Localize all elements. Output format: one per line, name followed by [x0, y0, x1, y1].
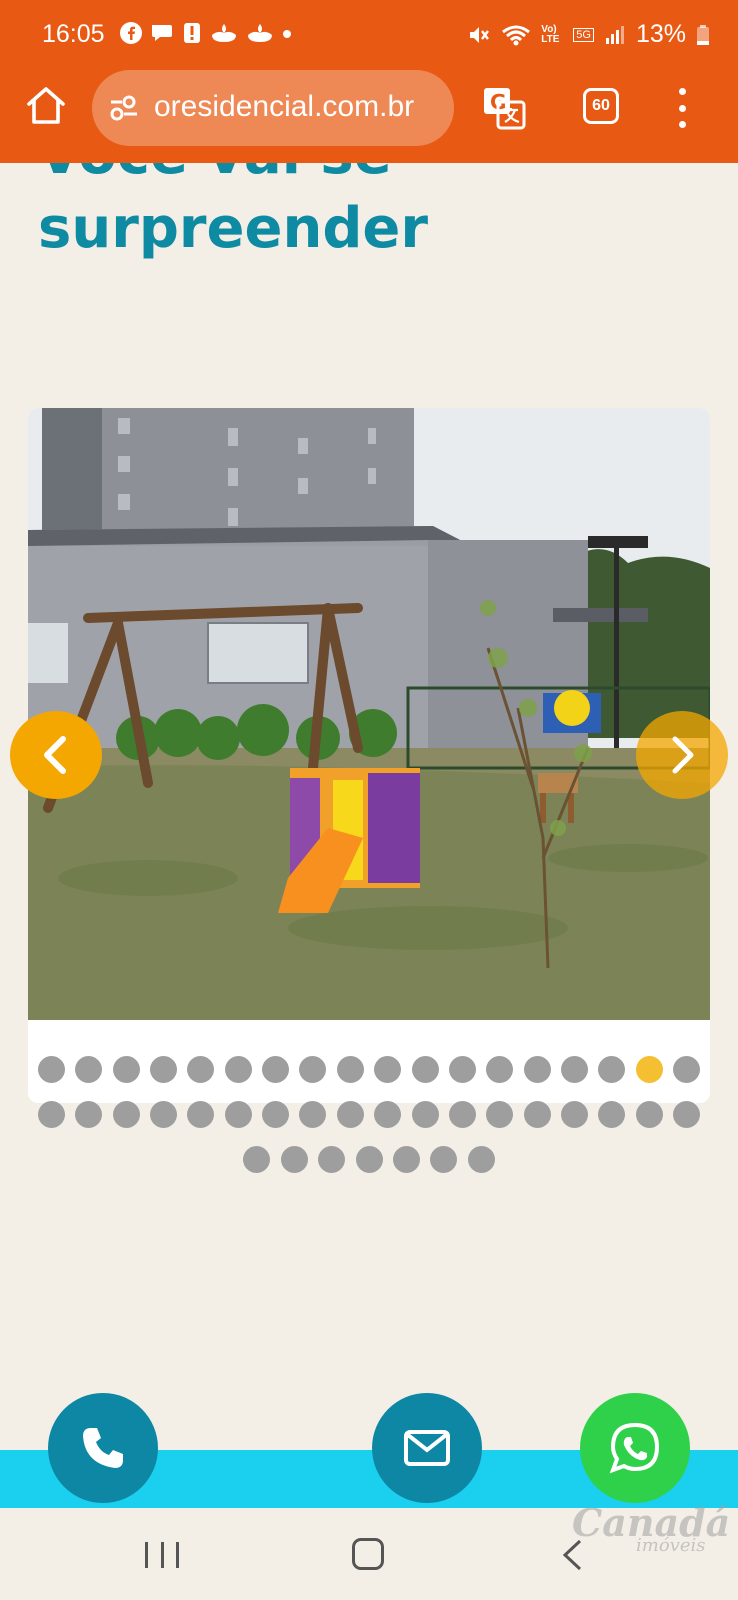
carousel-dot[interactable] [318, 1146, 346, 1173]
carousel-dot[interactable] [37, 1101, 65, 1128]
home-icon [27, 87, 65, 124]
mail-icon [404, 1430, 450, 1466]
santander-icon [248, 24, 272, 42]
carousel-dot[interactable] [448, 1056, 476, 1083]
carousel-dot[interactable] [635, 1101, 663, 1128]
facebook-icon [120, 22, 142, 44]
signal-icon [605, 25, 624, 44]
browser-menu-button[interactable] [676, 88, 688, 128]
watermark-logo: Canadá imóveis [572, 1500, 730, 1556]
carousel-dot[interactable] [392, 1146, 420, 1173]
carousel-dot[interactable] [355, 1146, 383, 1173]
carousel-dot[interactable] [673, 1056, 701, 1083]
address-bar-row: oresidencial.com.br G 60 [0, 70, 738, 150]
carousel-dot[interactable] [187, 1101, 215, 1128]
browser-chrome: 16:05 Vo) LTE 5G 13% oresidencial.com.br [0, 0, 738, 163]
recents-line [145, 1542, 148, 1568]
network-indicator: 5G [573, 27, 594, 42]
battery-percent: 13% [635, 20, 686, 48]
carousel-dot[interactable] [598, 1101, 626, 1128]
carousel-dot[interactable] [523, 1101, 551, 1128]
mute-icon [470, 26, 490, 43]
carousel-dot[interactable] [243, 1146, 271, 1173]
carousel-next-button[interactable] [636, 711, 728, 799]
whatsapp-icon [609, 1422, 660, 1474]
whatsapp-button[interactable] [580, 1393, 690, 1503]
carousel-dot[interactable] [523, 1056, 551, 1083]
carousel-dot[interactable] [561, 1101, 589, 1128]
system-status-icons: Vo) LTE 5G 13% [467, 20, 710, 49]
carousel-dot[interactable] [448, 1101, 476, 1128]
carousel-dot-active[interactable] [635, 1056, 663, 1083]
alert-icon [184, 23, 200, 43]
carousel-dot[interactable] [299, 1101, 327, 1128]
email-button[interactable] [372, 1393, 482, 1503]
translate-button[interactable]: G [482, 86, 526, 130]
carousel-dot[interactable] [561, 1056, 589, 1083]
carousel-dot[interactable] [224, 1056, 252, 1083]
chevron-right-icon [672, 736, 694, 774]
heading-line-2: surpreender [38, 196, 429, 261]
carousel-dot[interactable] [75, 1056, 103, 1083]
carousel-dot[interactable] [467, 1146, 495, 1173]
carousel-dot[interactable] [374, 1101, 402, 1128]
url-text: oresidencial.com.br [154, 90, 415, 123]
carousel-dot[interactable] [280, 1146, 308, 1173]
santander-icon [212, 24, 236, 42]
chat-icon [152, 25, 172, 41]
carousel-dot[interactable] [374, 1056, 402, 1083]
carousel-dot[interactable] [486, 1056, 514, 1083]
menu-dot [678, 88, 686, 95]
menu-dot [678, 104, 686, 112]
carousel-prev-button[interactable] [10, 711, 102, 799]
carousel-pagination-row-3 [0, 1146, 738, 1173]
home-nav-button[interactable] [352, 1538, 384, 1570]
battery-icon [697, 24, 709, 45]
more-notifications-dot-icon [283, 30, 291, 38]
carousel-pagination-row-1 [0, 1056, 738, 1083]
carousel-dot[interactable] [262, 1101, 290, 1128]
carousel-dot[interactable] [673, 1101, 701, 1128]
carousel-dot[interactable] [299, 1056, 327, 1083]
carousel-dot[interactable] [112, 1101, 140, 1128]
carousel-dot[interactable] [430, 1146, 458, 1173]
translate-icon: G [484, 88, 526, 130]
phone-icon [83, 1428, 123, 1468]
carousel-dot[interactable] [262, 1056, 290, 1083]
url-field[interactable]: oresidencial.com.br [92, 70, 454, 146]
carousel-dot[interactable] [149, 1056, 177, 1083]
volte-indicator: Vo) LTE [541, 23, 560, 45]
carousel-dot[interactable] [75, 1101, 103, 1128]
call-button[interactable] [48, 1393, 158, 1503]
photo-carousel[interactable] [28, 408, 710, 1103]
carousel-dot[interactable] [187, 1056, 215, 1083]
carousel-pagination-row-2 [0, 1101, 738, 1128]
wifi-icon [502, 25, 531, 45]
home-button[interactable] [24, 84, 68, 128]
recents-line [176, 1542, 179, 1568]
carousel-dot[interactable] [149, 1101, 177, 1128]
site-settings-icon [110, 95, 137, 121]
chevron-left-icon [44, 736, 66, 774]
carousel-dot[interactable] [411, 1056, 439, 1083]
carousel-dot[interactable] [486, 1101, 514, 1128]
carousel-slide-image [28, 408, 710, 1020]
carousel-dot[interactable] [37, 1056, 65, 1083]
carousel-dot[interactable] [336, 1056, 364, 1083]
recents-line [160, 1542, 164, 1568]
carousel-dot[interactable] [224, 1101, 252, 1128]
carousel-dot[interactable] [598, 1056, 626, 1083]
tab-switcher-button[interactable]: 60 [583, 88, 619, 124]
carousel-dot[interactable] [411, 1101, 439, 1128]
status-time: 16:05 [42, 20, 105, 48]
carousel-dot[interactable] [112, 1056, 140, 1083]
notification-icons [120, 22, 292, 44]
menu-dot [678, 121, 686, 128]
carousel-dot[interactable] [336, 1101, 364, 1128]
status-bar: 16:05 Vo) LTE 5G 13% [0, 0, 738, 70]
recent-apps-button[interactable] [145, 1542, 179, 1568]
